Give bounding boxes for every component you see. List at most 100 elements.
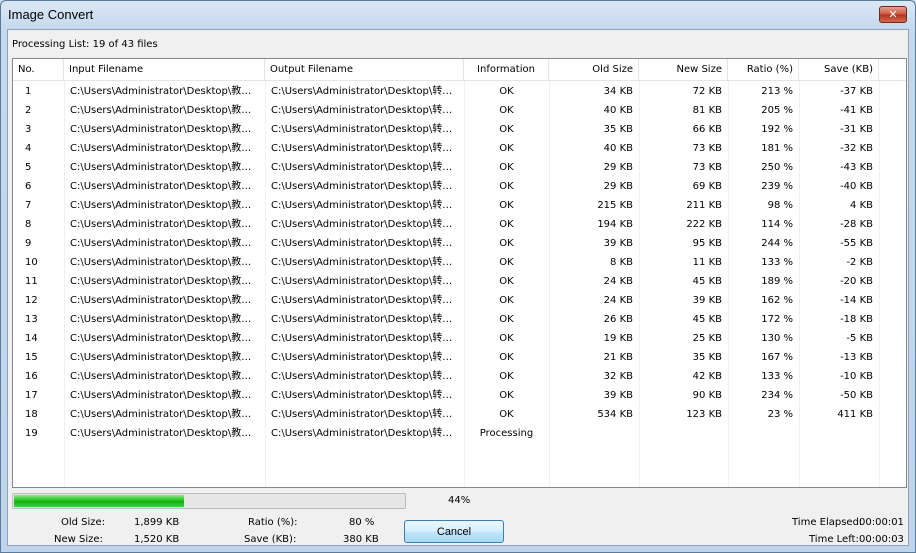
cell-information: OK [499,86,514,97]
new-size-label: New Size: [54,534,103,545]
table-row[interactable]: 2 C:\Users\Administrator\Desktop\教… C:\Use… [13,101,906,120]
table-row[interactable]: 16 C:\Users\Administrator\Desktop\教… C:\Us… [13,367,906,386]
cell-no: 3 [25,124,32,135]
table-row[interactable]: 1 C:\Users\Administrator\Desktop\教… C:\Use… [13,82,906,101]
cell-output-filename: C:\Users\Administrator\Desktop\转… [271,371,453,382]
cell-output-filename: C:\Users\Administrator\Desktop\转… [271,276,453,287]
cell-output-filename: C:\Users\Administrator\Desktop\转… [271,257,453,268]
table-row[interactable]: 13 C:\Users\Administrator\Desktop\教… C:\Us… [13,310,906,329]
cell-information: OK [499,371,514,382]
close-button[interactable]: ✕ [879,6,907,23]
cell-no: 16 [25,371,38,382]
cell-output-filename: C:\Users\Administrator\Desktop\转… [271,143,453,154]
table-row[interactable]: 3 C:\Users\Administrator\Desktop\教… C:\Use… [13,120,906,139]
cell-input-filename: C:\Users\Administrator\Desktop\教… [70,124,252,135]
title-bar[interactable]: Image Convert ✕ [1,1,915,29]
table-row[interactable]: 9 C:\Users\Administrator\Desktop\教… C:\Use… [13,234,906,253]
cell-old-size: 24 KB [603,276,633,287]
column-header-old-size[interactable]: Old Size [549,59,639,81]
cell-no: 15 [25,352,38,363]
cell-input-filename: C:\Users\Administrator\Desktop\教… [70,295,252,306]
cell-information: OK [499,105,514,116]
cell-new-size: 11 KB [692,257,722,268]
cell-input-filename: C:\Users\Administrator\Desktop\教… [70,219,252,230]
cell-information: Processing [479,428,534,439]
cell-ratio: 98 % [767,200,793,211]
table-row[interactable]: 15 C:\Users\Administrator\Desktop\教… C:\Us… [13,348,906,367]
cell-information: OK [499,181,514,192]
cell-ratio: 133 % [761,257,793,268]
cell-no: 14 [25,333,38,344]
cell-ratio: 181 % [761,143,793,154]
cell-information: OK [499,257,514,268]
cell-no: 11 [25,276,38,287]
table-row[interactable]: 18 C:\Users\Administrator\Desktop\教… C:\Us… [13,405,906,424]
cell-old-size: 29 KB [603,162,633,173]
column-header-save[interactable]: Save (KB) [799,59,879,81]
cell-no: 4 [25,143,32,154]
table-row[interactable]: 19 C:\Users\Administrator\Desktop\教… C:\Us… [13,424,906,443]
column-header-information[interactable]: Information [464,59,549,81]
cell-no: 13 [25,314,38,325]
cell-save: -50 KB [840,390,873,401]
close-icon: ✕ [888,8,898,21]
column-header-no[interactable]: No. [13,59,64,81]
cell-ratio: 133 % [761,371,793,382]
cell-no: 7 [25,200,32,211]
table-row[interactable]: 10 C:\Users\Administrator\Desktop\教… C:\Us… [13,253,906,272]
cell-new-size: 45 KB [692,276,722,287]
cancel-button[interactable]: Cancel [404,520,504,543]
table-row[interactable]: 12 C:\Users\Administrator\Desktop\教… C:\Us… [13,291,906,310]
cell-new-size: 95 KB [692,238,722,249]
cell-input-filename: C:\Users\Administrator\Desktop\教… [70,181,252,192]
table-row[interactable]: 14 C:\Users\Administrator\Desktop\教… C:\Us… [13,329,906,348]
image-convert-window: Image Convert ✕ Processing List: 19 of 4… [0,0,916,553]
table-row[interactable]: 7 C:\Users\Administrator\Desktop\教… C:\Use… [13,196,906,215]
cell-information: OK [499,124,514,135]
cell-output-filename: C:\Users\Administrator\Desktop\转… [271,238,453,249]
column-header-output-filename[interactable]: Output Filename [265,59,464,81]
cell-no: 5 [25,162,32,173]
cell-old-size: 34 KB [603,86,633,97]
cell-output-filename: C:\Users\Administrator\Desktop\转… [271,162,453,173]
cell-save: -18 KB [840,314,873,325]
column-header-ratio[interactable]: Ratio (%) [728,59,799,81]
time-left-label: Time Left: [809,534,859,545]
column-header-input-filename[interactable]: Input Filename [64,59,265,81]
cell-save: -10 KB [840,371,873,382]
cell-old-size: 39 KB [603,238,633,249]
ratio-value: 80 % [349,517,375,528]
cell-input-filename: C:\Users\Administrator\Desktop\教… [70,390,252,401]
cell-no: 10 [25,257,38,268]
file-list[interactable]: No. Input Filename Output Filename Infor… [12,58,907,488]
table-row[interactable]: 4 C:\Users\Administrator\Desktop\教… C:\Use… [13,139,906,158]
cell-ratio: 130 % [761,333,793,344]
column-header-new-size[interactable]: New Size [639,59,728,81]
table-row[interactable]: 6 C:\Users\Administrator\Desktop\教… C:\Use… [13,177,906,196]
cell-save [799,424,879,443]
table-row[interactable]: 8 C:\Users\Administrator\Desktop\教… C:\Use… [13,215,906,234]
cell-old-size: 35 KB [603,124,633,135]
new-size-value: 1,520 KB [134,534,180,545]
cell-input-filename: C:\Users\Administrator\Desktop\教… [70,314,252,325]
table-row[interactable]: 5 C:\Users\Administrator\Desktop\教… C:\Use… [13,158,906,177]
cell-old-size: 215 KB [597,200,633,211]
cell-old-size: 21 KB [603,352,633,363]
table-row[interactable]: 11 C:\Users\Administrator\Desktop\教… C:\Us… [13,272,906,291]
cell-output-filename: C:\Users\Administrator\Desktop\转… [271,428,453,439]
cell-ratio: 114 % [761,219,793,230]
processing-list-label: Processing List: 19 of 43 files [12,39,158,50]
cell-ratio: 23 % [767,409,793,420]
cell-ratio: 244 % [761,238,793,249]
cancel-button-label: Cancel [436,525,472,538]
cell-no: 17 [25,390,38,401]
cell-new-size: 81 KB [692,105,722,116]
cell-ratio: 213 % [761,86,793,97]
cell-information: OK [499,219,514,230]
cell-input-filename: C:\Users\Administrator\Desktop\教… [70,333,252,344]
cell-output-filename: C:\Users\Administrator\Desktop\转… [271,409,453,420]
table-row[interactable]: 17 C:\Users\Administrator\Desktop\教… C:\Us… [13,386,906,405]
cell-save: -40 KB [840,181,873,192]
cell-output-filename: C:\Users\Administrator\Desktop\转… [271,333,453,344]
cell-save: 4 KB [850,200,873,211]
